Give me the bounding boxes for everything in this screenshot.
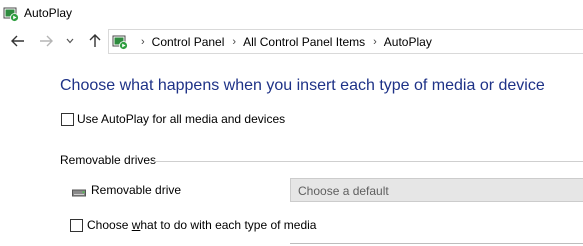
up-arrow-icon[interactable] [86, 32, 104, 50]
chevron-right-icon[interactable]: › [373, 36, 377, 48]
removable-drive-default-select[interactable]: Choose a default [290, 178, 583, 202]
removable-drive-icon [72, 185, 86, 203]
select-edge [290, 243, 583, 244]
breadcrumb-control-panel[interactable]: Control Panel [152, 35, 225, 49]
use-autoplay-label[interactable]: Use AutoPlay for all media and devices [77, 112, 285, 126]
each-type-checkbox[interactable] [70, 219, 83, 232]
section-divider [154, 161, 583, 162]
removable-drive-label: Removable drive [91, 183, 182, 197]
each-type-label-post: hat to do with each type of media [140, 218, 317, 232]
chevron-right-icon[interactable]: › [232, 36, 236, 48]
each-type-label-pre: Choose [87, 218, 132, 232]
autoplay-window: AutoPlay › Control Panel › All Control P… [0, 0, 583, 246]
title-bar: AutoPlay [0, 0, 583, 28]
section-title-removable-drives: Removable drives [60, 153, 157, 167]
breadcrumb: › Control Panel › All Control Panel Item… [133, 30, 432, 53]
use-autoplay-checkbox[interactable] [61, 113, 74, 126]
breadcrumb-autoplay[interactable]: AutoPlay [384, 35, 432, 49]
each-type-label[interactable]: Choose what to do with each type of medi… [87, 218, 316, 232]
back-arrow-icon[interactable] [9, 32, 27, 50]
select-value: Choose a default [298, 184, 389, 198]
page-title: Choose what happens when you insert each… [60, 77, 545, 94]
window-title: AutoPlay [24, 6, 73, 20]
chevron-right-icon[interactable]: › [141, 36, 145, 48]
forward-arrow-icon[interactable] [37, 32, 55, 50]
address-bar[interactable]: › Control Panel › All Control Panel Item… [108, 29, 583, 54]
autoplay-icon [112, 34, 128, 55]
chevron-down-icon[interactable] [63, 32, 77, 50]
autoplay-icon [3, 6, 19, 27]
breadcrumb-all-items[interactable]: All Control Panel Items [243, 35, 365, 49]
